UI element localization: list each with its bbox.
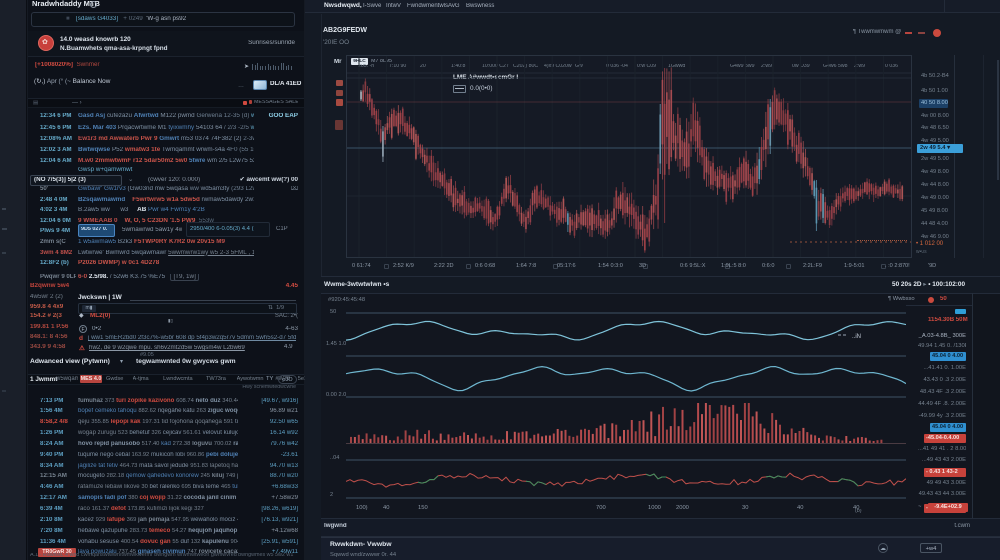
svg-text:..iN: ..iN	[852, 334, 861, 340]
